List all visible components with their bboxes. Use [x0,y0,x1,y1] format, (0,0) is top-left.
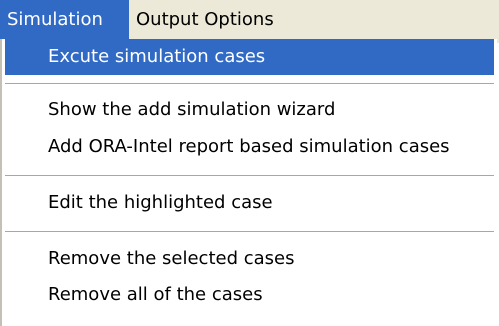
menu-simulation[interactable]: Simulation [0,0,129,39]
menu-bar: Simulation Output Options [0,0,499,43]
menu-item-remove-selected-cases[interactable]: Remove the selected cases [5,241,494,277]
menu-separator [5,231,494,233]
menu-item-execute-simulation-cases[interactable]: Excute simulation cases [5,39,494,75]
menu-separator [5,175,494,177]
menu-item-add-ora-intel-report-cases[interactable]: Add ORA-Intel report based simulation ca… [5,129,494,165]
menu-item-edit-highlighted-case[interactable]: Edit the highlighted case [5,185,494,221]
menu-item-remove-all-cases[interactable]: Remove all of the cases [5,277,494,313]
menu-output-options[interactable]: Output Options [129,0,369,39]
simulation-dropdown-menu: Excute simulation cases Show the add sim… [0,39,497,326]
menu-separator [5,83,494,85]
application-window: Simulation Output Options Excute simulat… [0,0,499,326]
menu-item-show-add-simulation-wizard[interactable]: Show the add simulation wizard [5,92,494,128]
